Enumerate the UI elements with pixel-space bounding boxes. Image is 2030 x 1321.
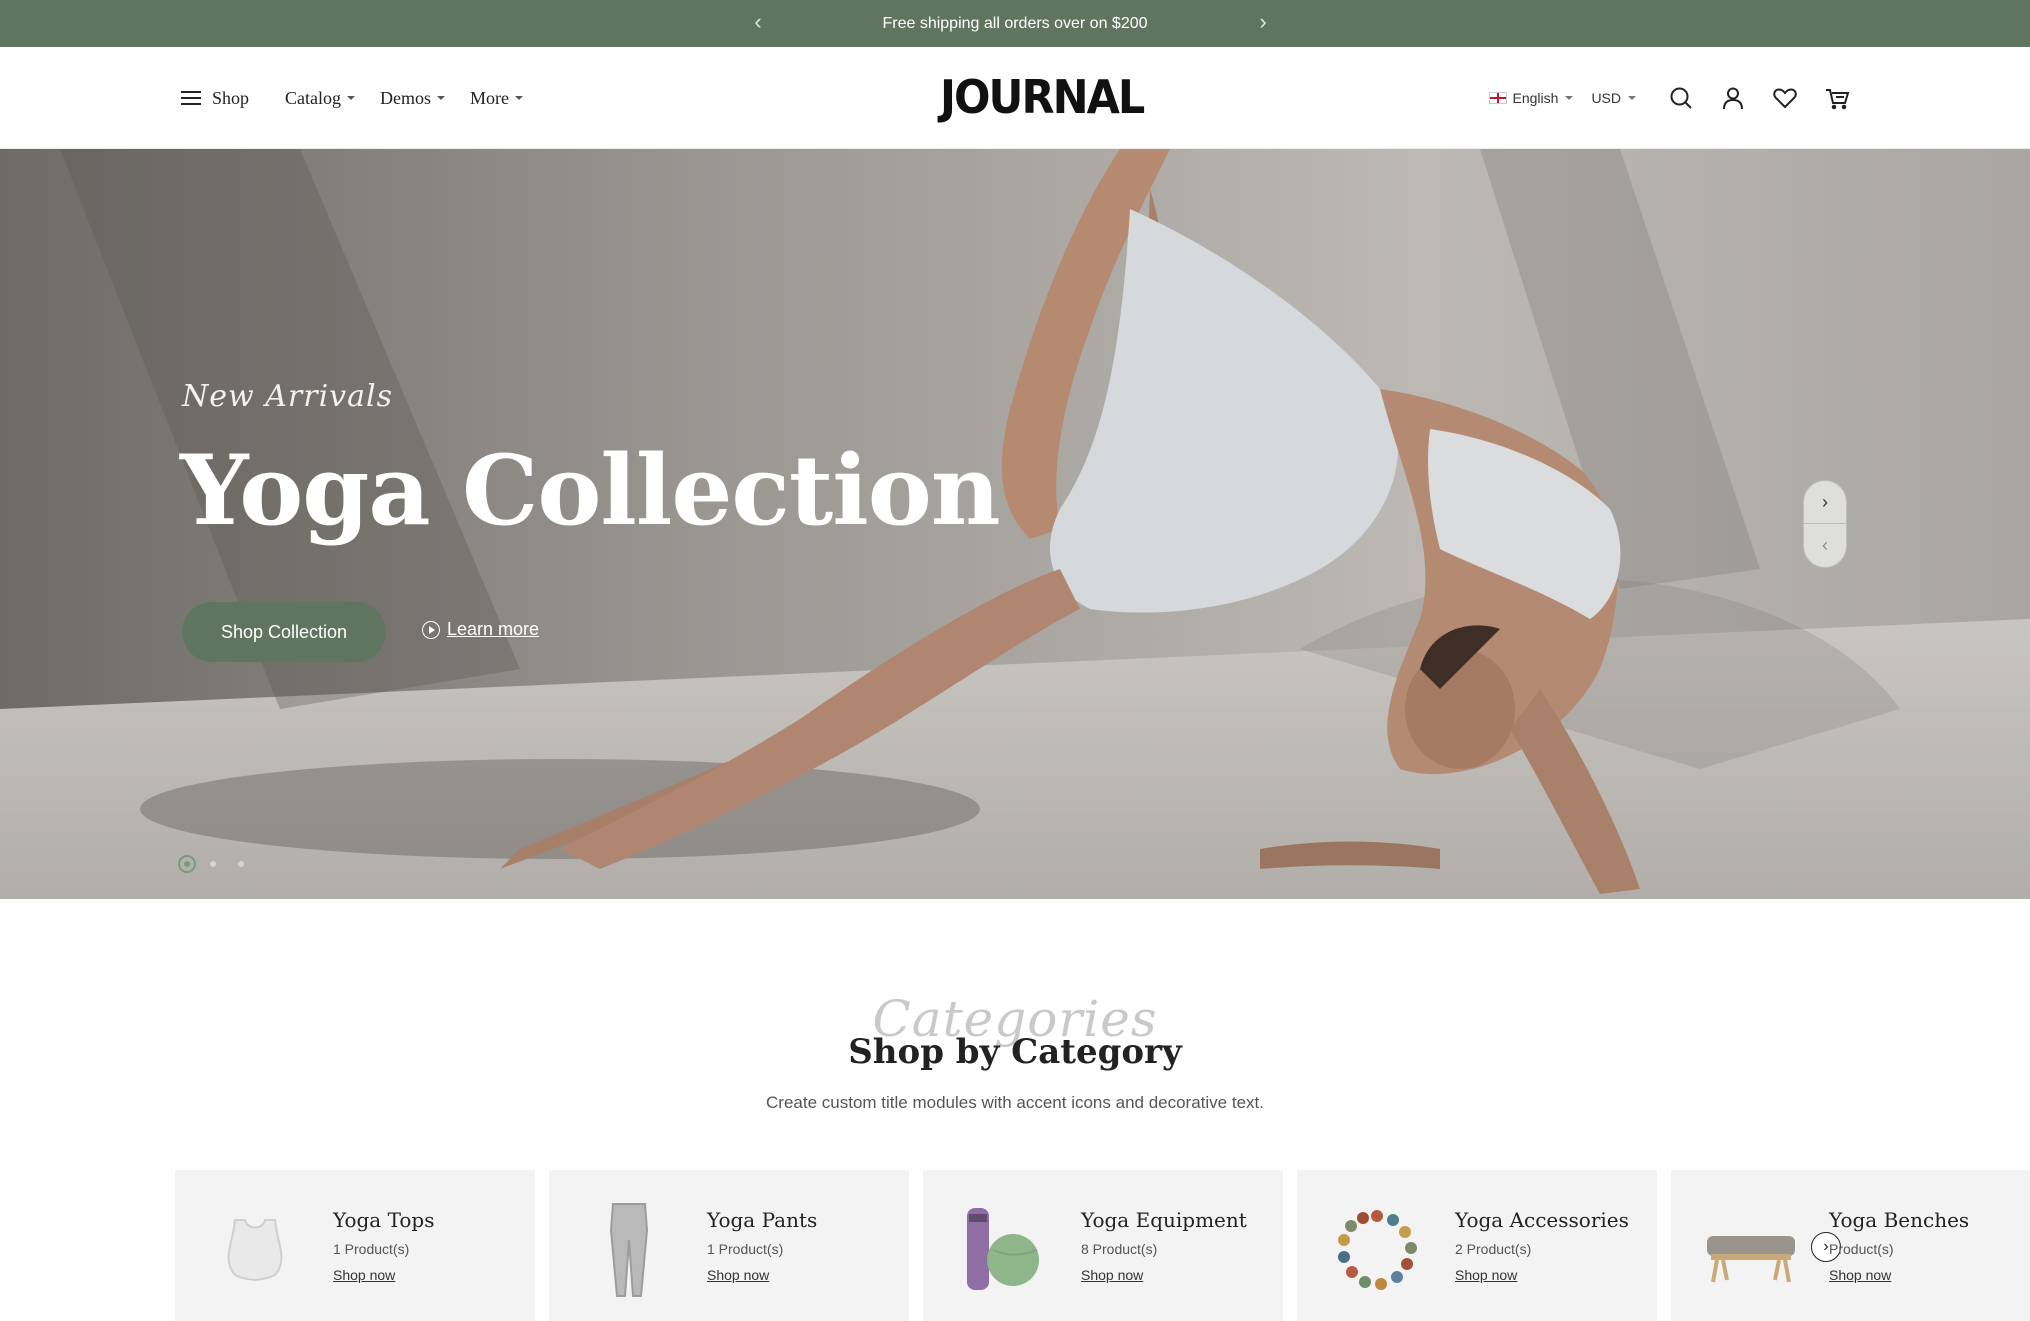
header-actions: English USD <box>1488 47 1850 149</box>
slider-dot[interactable] <box>210 861 216 867</box>
bench-icon <box>1707 1236 1795 1283</box>
yoga-mat-icon <box>967 1208 1039 1290</box>
category-count: Product(s) <box>1829 1241 1894 1257</box>
section-subtitle: Create custom title modules with accent … <box>766 1093 1264 1112</box>
category-name: Yoga Equipment <box>1081 1208 1247 1232</box>
hero-kicker: New Arrivals <box>182 379 393 414</box>
category-count: 1 Product(s) <box>333 1241 410 1257</box>
nav-shop[interactable]: Shop <box>181 88 249 109</box>
slider-dot[interactable] <box>238 861 244 867</box>
play-icon <box>422 620 440 639</box>
chevron-down-icon <box>437 96 446 100</box>
account-icon[interactable] <box>1720 85 1746 111</box>
nav-shop-label: Shop <box>212 87 250 108</box>
announcement-next-icon[interactable]: › <box>1248 0 1278 47</box>
language-label: English <box>1512 90 1559 106</box>
hero-slider-nav: › ‹ <box>1803 480 1847 568</box>
category-card-yoga-equipment[interactable]: Yoga Equipment 8 Product(s) Shop now <box>923 1170 1283 1321</box>
category-carousel: Yoga Tops 1 Product(s) Shop now Yoga Pan… <box>175 1170 2030 1321</box>
nav-demos[interactable]: Demos <box>380 87 446 109</box>
category-card-yoga-benches[interactable]: › Yoga Benches Product(s) Shop now <box>1671 1170 2030 1321</box>
shop-now-link[interactable]: Shop now <box>333 1267 395 1283</box>
shop-now-link[interactable]: Shop now <box>1081 1267 1143 1283</box>
category-name: Yoga Tops <box>333 1208 435 1232</box>
nav-catalog[interactable]: Catalog <box>285 87 356 109</box>
category-card-yoga-tops[interactable]: Yoga Tops 1 Product(s) Shop now <box>175 1170 535 1321</box>
category-count: 1 Product(s) <box>707 1241 784 1257</box>
yoga-top-icon <box>227 1219 283 1282</box>
currency-selector[interactable]: USD <box>1591 90 1636 106</box>
nav-catalog-label: Catalog <box>285 87 342 108</box>
category-name: Yoga Pants <box>707 1208 818 1232</box>
shop-collection-button[interactable]: Shop Collection <box>182 602 386 662</box>
category-count: 2 Product(s) <box>1455 1241 1532 1257</box>
announcement-bar: ‹ Free shipping all orders over on $200 … <box>0 0 2030 47</box>
learn-more-label: Learn more <box>447 619 540 639</box>
wishlist-icon[interactable] <box>1772 85 1798 111</box>
uk-flag-icon <box>1488 92 1507 104</box>
chevron-down-icon <box>1565 96 1574 100</box>
slider-next-icon[interactable]: › <box>1804 481 1846 524</box>
shop-now-link[interactable]: Shop now <box>707 1267 769 1283</box>
nav-more[interactable]: More <box>470 87 524 109</box>
category-name: Yoga Benches <box>1829 1208 1970 1232</box>
chevron-down-icon <box>347 96 356 100</box>
shop-now-link[interactable]: Shop now <box>1455 1267 1517 1283</box>
category-card-yoga-accessories[interactable]: Yoga Accessories 2 Product(s) Shop now <box>1297 1170 1657 1321</box>
main-nav: Shop Catalog Demos More <box>181 47 550 149</box>
search-icon[interactable] <box>1668 85 1694 111</box>
cart-icon[interactable] <box>1824 85 1850 111</box>
nav-more-label: More <box>470 87 510 108</box>
currency-label: USD <box>1591 90 1621 106</box>
bead-bracelet-icon <box>1338 1210 1417 1290</box>
slider-prev-icon[interactable]: ‹ <box>1804 524 1846 567</box>
learn-more-link[interactable]: Learn more <box>422 619 539 640</box>
category-card-yoga-pants[interactable]: Yoga Pants 1 Product(s) Shop now <box>549 1170 909 1321</box>
shop-now-link[interactable]: Shop now <box>1829 1267 1891 1283</box>
announcement-message: Free shipping all orders over on $200 <box>882 15 1148 32</box>
chevron-down-icon <box>1628 96 1636 100</box>
yoga-pants-icon <box>609 1203 649 1297</box>
hero-slider: New Arrivals Yoga Collection Shop Collec… <box>0 149 2030 899</box>
category-section-header: Categories Shop by Category <box>0 990 2030 1072</box>
category-count: 8 Product(s) <box>1081 1241 1158 1257</box>
slider-pagination <box>178 855 266 873</box>
site-header: Shop Catalog Demos More JOURNAL English … <box>0 47 2030 149</box>
category-name: Yoga Accessories <box>1455 1208 1629 1232</box>
nav-demos-label: Demos <box>380 87 432 108</box>
site-logo[interactable]: JOURNAL <box>940 71 1145 125</box>
language-selector[interactable]: English <box>1488 90 1574 106</box>
hero-title: Yoga Collection <box>180 434 1001 547</box>
slider-dot[interactable] <box>178 855 196 873</box>
hamburger-icon <box>181 90 201 106</box>
section-title: Shop by Category <box>848 1032 1182 1072</box>
chevron-down-icon <box>515 96 524 100</box>
